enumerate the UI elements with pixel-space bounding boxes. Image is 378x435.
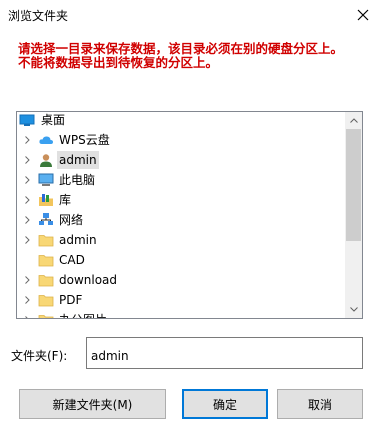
cloud-icon (39, 136, 53, 144)
tree-item-label: admin (59, 233, 97, 247)
chevron-right-icon[interactable] (23, 156, 31, 164)
chevron-down-icon (349, 307, 358, 312)
folder-icon (38, 235, 54, 247)
tree-item[interactable]: PDF (17, 290, 346, 310)
tree-item[interactable]: 桌面 (17, 112, 346, 130)
chevron-right-icon[interactable] (23, 276, 31, 284)
scroll-up-button[interactable] (345, 112, 362, 129)
tree-item[interactable]: 库 (17, 190, 346, 210)
folder-tree[interactable]: 桌面 WPS云盘 admin 此电脑库网络 admin CAD download PDF 办公图… (16, 111, 363, 319)
vertical-scrollbar[interactable] (345, 112, 362, 318)
close-button[interactable] (348, 0, 378, 30)
folder-icon (38, 295, 54, 307)
warning-line-2: 不能将数据导出到待恢复的分区上。 (18, 54, 219, 70)
library-icon (39, 194, 53, 206)
chevron-right-icon[interactable] (23, 316, 31, 319)
tree-item-label: CAD (59, 253, 85, 267)
close-icon (357, 9, 369, 21)
tree-item-label: 此电脑 (59, 173, 96, 187)
tree-item[interactable]: CAD (17, 250, 346, 270)
warning-line-1: 请选择一目录来保存数据，该目录必须在别的硬盘分区上。 (18, 41, 344, 56)
computer-icon (38, 173, 54, 186)
window-title: 浏览文件夹 (8, 9, 69, 23)
tree-item-label: WPS云盘 (59, 133, 110, 147)
tree-item-label: 办公图片 (57, 311, 109, 318)
tree-item-label: 网络 (59, 213, 84, 227)
chevron-right-icon[interactable] (23, 196, 31, 204)
scroll-thumb[interactable] (346, 129, 361, 241)
folder-icon (38, 275, 54, 287)
tree-item[interactable]: download (17, 270, 346, 290)
scroll-down-button[interactable] (345, 301, 362, 318)
tree-item-label: admin (57, 151, 99, 169)
folder-field-label: 文件夹(F): (11, 349, 68, 363)
network-icon (39, 213, 53, 225)
tree-item[interactable]: 网络 (17, 210, 346, 230)
folder-icon (38, 255, 54, 267)
chevron-right-icon[interactable] (23, 136, 31, 144)
warning-message: 请选择一目录来保存数据，该目录必须在别的硬盘分区上。 不能将数据导出到待恢复的分… (18, 42, 366, 69)
tree-item-label: PDF (59, 293, 83, 307)
tree-item-label: 桌面 (41, 113, 66, 127)
tree-item-label: download (59, 273, 118, 287)
tree-item-label: 库 (59, 193, 72, 207)
desktop-icon (19, 114, 35, 126)
folder-icon (38, 315, 54, 318)
new-folder-button[interactable]: 新建文件夹(M) (19, 389, 166, 419)
tree-item[interactable]: 办公图片 (17, 310, 346, 319)
tree-item[interactable]: admin (17, 150, 346, 170)
ok-button[interactable]: 确定 (182, 389, 268, 419)
user-icon (40, 154, 52, 167)
tree-item[interactable]: WPS云盘 (17, 130, 346, 150)
chevron-right-icon[interactable] (23, 176, 31, 184)
tree-item[interactable]: 此电脑 (17, 170, 346, 190)
chevron-right-icon[interactable] (23, 236, 31, 244)
chevron-right-icon[interactable] (23, 296, 31, 304)
folder-input[interactable] (86, 337, 363, 369)
chevron-right-icon[interactable] (23, 216, 31, 224)
tree-item[interactable]: admin (17, 230, 346, 250)
chevron-up-icon (349, 118, 358, 123)
cancel-button[interactable]: 取消 (277, 389, 363, 419)
title-bar: 浏览文件夹 (0, 0, 378, 30)
